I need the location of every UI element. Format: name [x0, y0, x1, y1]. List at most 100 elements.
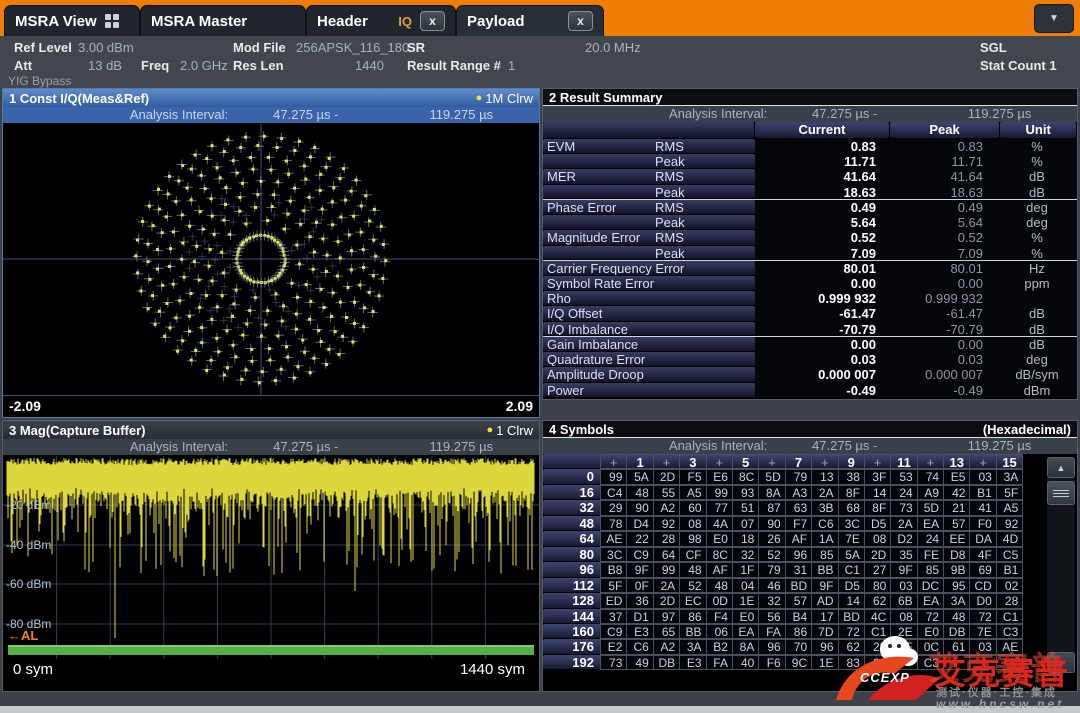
close-icon[interactable]: x — [420, 11, 445, 31]
hex-cell: D0 — [969, 593, 996, 608]
hex-cell: FA — [706, 655, 733, 670]
mag-plot[interactable]: -20 dBm -40 dBm -60 dBm -80 dBm ←AL — [3, 456, 539, 659]
chevron-down-icon[interactable]: ▼ — [1034, 4, 1074, 33]
mod-file-value[interactable]: 256APSK_116_180 — [296, 40, 409, 55]
hex-cell: 68 — [838, 500, 865, 515]
tab-payload[interactable]: Payload x — [456, 5, 604, 36]
hex-row-index: 144 — [543, 609, 601, 624]
hex-cell: 80 — [864, 578, 891, 593]
window3-header[interactable]: 3 Mag(Capture Buffer) ● 1 Clrw — [3, 421, 539, 439]
symbols-scrollbar[interactable]: ▲ ▼ — [1047, 457, 1075, 673]
ref-level-value[interactable]: 3.00 dBm — [78, 40, 134, 55]
hex-cell: 8F — [838, 485, 865, 500]
hex-cell: D4 — [626, 516, 653, 531]
hex-cell: 1E — [732, 593, 759, 608]
scroll-up-icon[interactable]: ▲ — [1047, 457, 1075, 478]
hex-cell: E3 — [679, 655, 706, 670]
hex-cell: 95 — [943, 578, 970, 593]
x-min-label: -2.09 — [9, 398, 41, 414]
window3-x-axis: 0 sym 1440 sym — [3, 659, 539, 691]
symbols-mode-label: (Hexadecimal) — [983, 422, 1071, 437]
hex-cell: D5 — [838, 578, 865, 593]
hex-cell: 92 — [653, 516, 680, 531]
title-bar: MSRA View MSRA Master Header IQ x Payloa… — [0, 0, 1080, 36]
hex-cell: 96 — [758, 639, 785, 654]
hex-cell: CD — [969, 578, 996, 593]
window4-header[interactable]: 4 Symbols (Hexadecimal) — [543, 421, 1077, 438]
hex-cell: 86 — [785, 624, 812, 639]
window-result-summary: 2 Result Summary Analysis Interval: 47.2… — [542, 88, 1078, 400]
hex-cell: E0 — [917, 624, 944, 639]
res-len-value[interactable]: 1440 — [355, 58, 384, 73]
hex-cell: 5F — [890, 639, 917, 654]
hex-cell: CF — [679, 547, 706, 562]
hex-cell: 4F — [969, 547, 996, 562]
sr-value[interactable]: 20.0 MHz — [585, 40, 641, 55]
freq-value[interactable]: 2.0 GHz — [180, 58, 228, 73]
hex-row-index: 192 — [543, 655, 601, 670]
tab-msra-view[interactable]: MSRA View — [4, 5, 140, 36]
hex-cell: 40 — [732, 655, 759, 670]
hex-cell: C3 — [996, 624, 1023, 639]
hex-cell: 9F — [890, 562, 917, 577]
hex-cell: B1 — [969, 485, 996, 500]
scroll-down-icon[interactable]: ▼ — [1047, 652, 1075, 673]
hex-cell: 99 — [600, 469, 627, 484]
hex-cell: 8A — [732, 639, 759, 654]
hex-cell: A2 — [653, 639, 680, 654]
mod-file-label: Mod File — [233, 40, 286, 55]
hex-cell: 65 — [653, 624, 680, 639]
hex-cell: 28 — [996, 593, 1023, 608]
y-axis-label: -60 dBm — [6, 577, 51, 591]
hex-cell: B2 — [706, 639, 733, 654]
hex-cell: A5 — [996, 500, 1023, 515]
constellation-plot[interactable] — [3, 124, 539, 395]
hex-cell: 62 — [838, 639, 865, 654]
hex-cell: 18 — [732, 531, 759, 546]
scrollbar-thumb[interactable] — [1047, 481, 1075, 505]
hex-row-index: 160 — [543, 624, 601, 639]
hex-cell: 97 — [653, 609, 680, 624]
result-row: I/Q Imbalance-70.79-70.79dB — [543, 322, 1077, 337]
hex-cell: 9F — [626, 562, 653, 577]
hex-cell: 93 — [732, 485, 759, 500]
result-range-value[interactable]: 1 — [508, 58, 515, 73]
hex-cell — [890, 655, 917, 670]
hex-cell: E2 — [600, 639, 627, 654]
y-axis-label: -20 dBm — [6, 498, 51, 512]
result-row: EVMRMS0.830.83% — [543, 139, 1077, 154]
tab-label: Header — [317, 13, 368, 30]
analysis-interval-bar: Analysis Interval: 47.275 µs - 119.275 µ… — [3, 107, 539, 123]
hex-cell: 37 — [600, 609, 627, 624]
tab-label: MSRA Master — [151, 13, 247, 30]
hex-cell: 85 — [811, 547, 838, 562]
trace-indicator: ● 1M Clrw — [476, 91, 533, 106]
hex-cell: 35 — [890, 547, 917, 562]
symbols-hex-table: +1+3+5+7+9+11+13+150995A2DF5E68C5D791338… — [543, 454, 1077, 691]
hex-cell: 51 — [732, 500, 759, 515]
window2-title: 2 Result Summary — [549, 90, 662, 105]
hex-cell: 3B — [811, 500, 838, 515]
hex-cell: 60 — [679, 500, 706, 515]
window-symbols: 4 Symbols (Hexadecimal) Analysis Interva… — [542, 420, 1078, 692]
hex-cell: 57 — [785, 593, 812, 608]
hex-cell: C9 — [626, 547, 653, 562]
hex-cell: EA — [917, 593, 944, 608]
settings-bar: Ref Level 3.00 dBm Att 13 dB Freq 2.0 GH… — [0, 36, 1080, 88]
att-value[interactable]: 13 dB — [88, 58, 122, 73]
result-range-label: Result Range # — [407, 58, 501, 73]
hex-row: 1125F0F2A52480446BD9FD58003DC95CD02 — [543, 578, 1077, 593]
window1-header[interactable]: 1 Const I/Q(Meas&Ref) ● 1M Clrw — [3, 89, 539, 107]
hex-cell: 17 — [811, 609, 838, 624]
window2-header[interactable]: 2 Result Summary — [543, 89, 1077, 106]
close-icon[interactable]: x — [568, 11, 593, 31]
tab-msra-master[interactable]: MSRA Master — [140, 5, 306, 36]
sgl-indicator: SGL — [980, 40, 1007, 55]
iq-badge: IQ — [398, 14, 412, 29]
y-axis-label: -40 dBm — [6, 538, 51, 552]
hex-cell: FA — [758, 624, 785, 639]
hex-cell: C4 — [600, 485, 627, 500]
hex-cell: 28 — [864, 655, 891, 670]
hex-cell: 96 — [785, 547, 812, 562]
tab-header[interactable]: Header IQ x — [306, 5, 456, 36]
